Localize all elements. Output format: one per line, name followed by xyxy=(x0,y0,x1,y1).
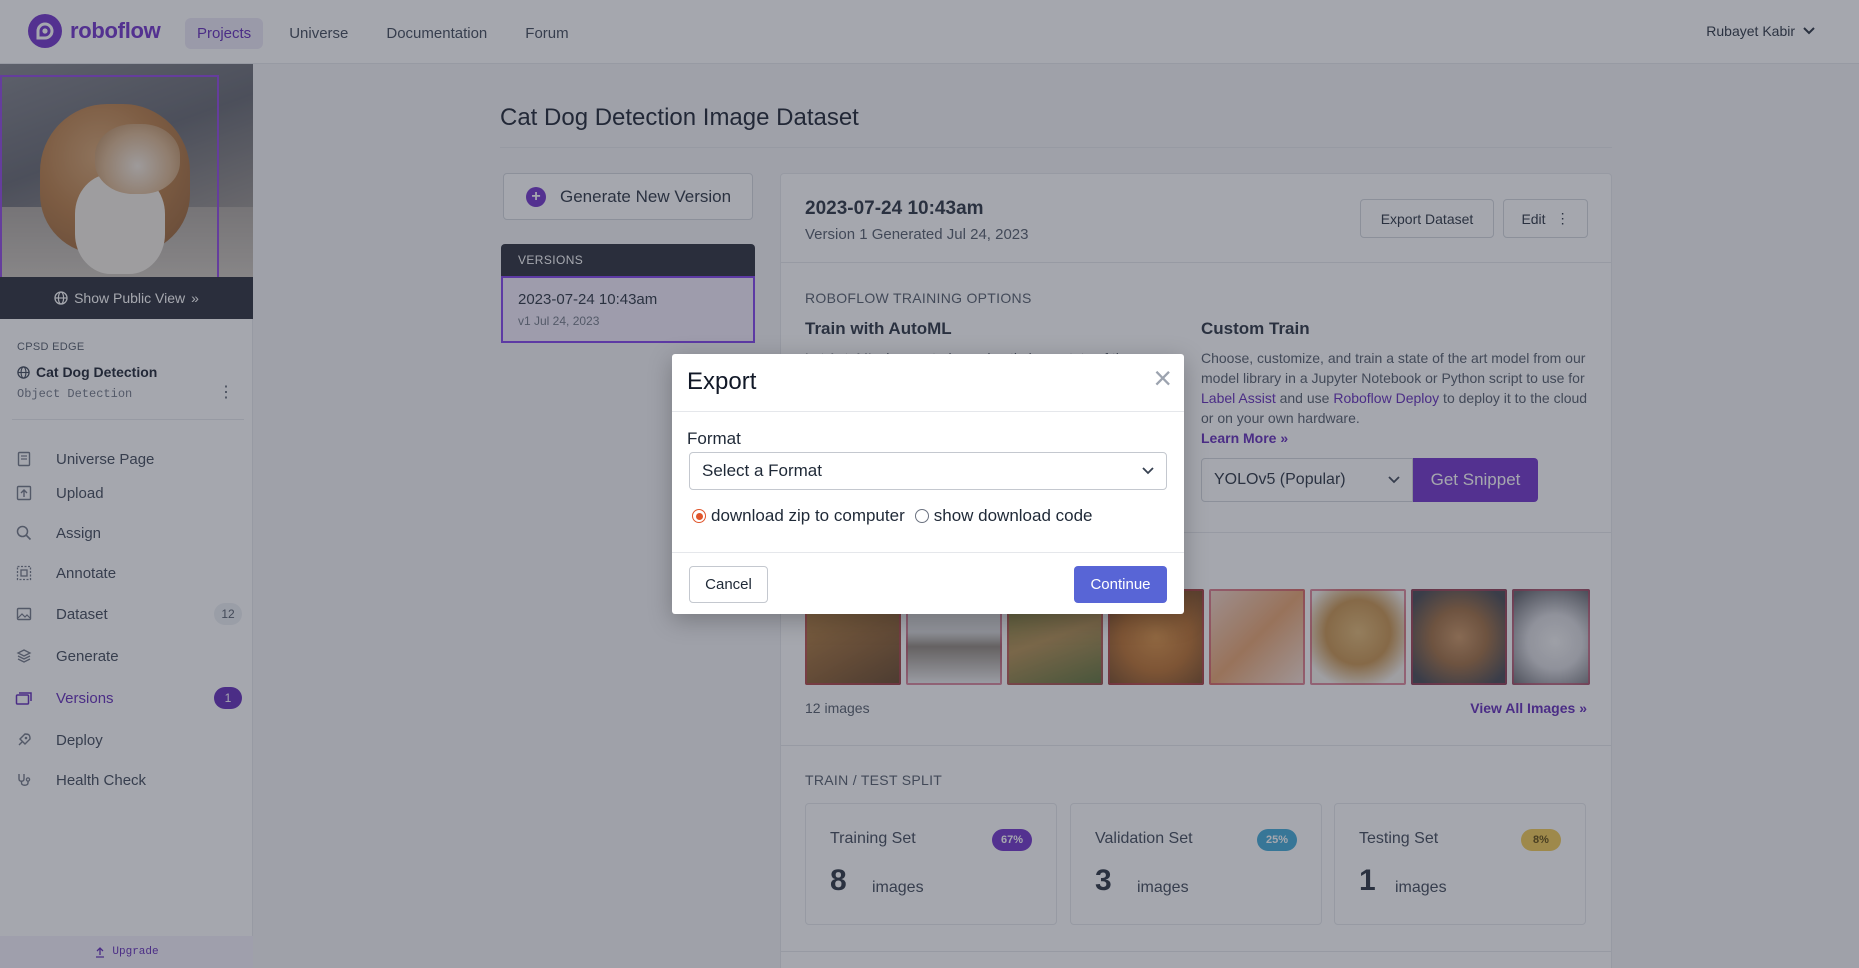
export-option-group: download zip to computer show download c… xyxy=(692,506,1093,526)
format-label: Format xyxy=(687,429,741,448)
format-select-value: Select a Format xyxy=(702,461,822,480)
show-download-code-radio[interactable] xyxy=(914,509,929,523)
close-icon[interactable]: × xyxy=(1153,362,1172,394)
divider xyxy=(672,552,1184,553)
export-modal: Export × Format Select a Format download… xyxy=(672,354,1184,614)
divider xyxy=(672,411,1184,412)
modal-title: Export xyxy=(687,368,757,395)
download-zip-radio[interactable] xyxy=(692,509,706,523)
show-download-code-label[interactable]: show download code xyxy=(934,506,1093,526)
cancel-button[interactable]: Cancel xyxy=(689,566,768,603)
download-zip-label[interactable]: download zip to computer xyxy=(711,506,905,526)
continue-button[interactable]: Continue xyxy=(1074,566,1167,603)
format-select[interactable]: Select a Format xyxy=(689,452,1167,490)
chevron-down-icon xyxy=(1142,467,1154,475)
